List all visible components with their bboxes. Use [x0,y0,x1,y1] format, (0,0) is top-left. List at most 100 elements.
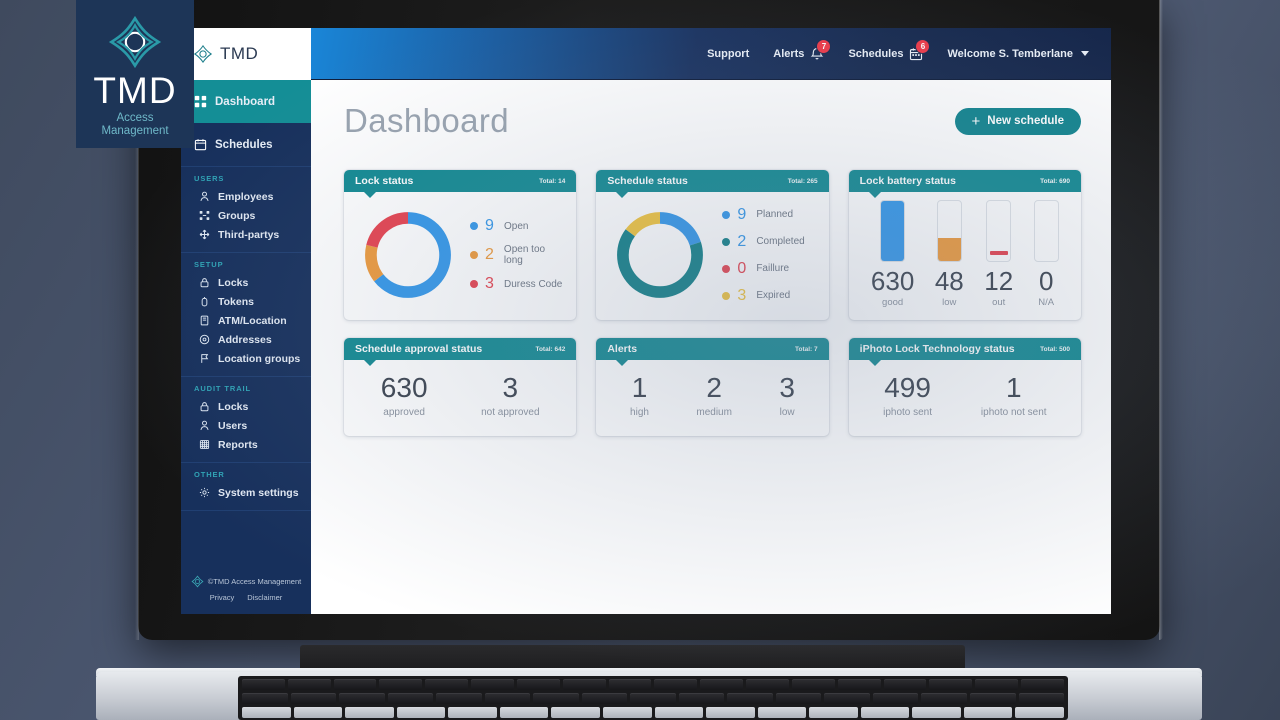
key [242,693,288,704]
key [339,693,385,704]
scene: TMD Dashboard Schedules USERS Employees … [0,0,1280,720]
stat-medium: 2 medium [696,372,732,419]
key [484,693,531,704]
battery-value: 0 [1038,266,1054,296]
stat-label: high [630,407,649,418]
battery-icon [880,200,906,262]
key [448,707,497,718]
legend-value: 0 [737,259,747,277]
battery-fill [937,238,961,261]
legend-dot [470,222,478,230]
stat-label: iphoto sent [883,407,933,418]
support-link[interactable]: Support [707,48,749,60]
key [602,707,652,718]
sidebar-item-third-partys[interactable]: Third-partys [181,225,311,244]
key [293,707,343,718]
privacy-link[interactable]: Privacy [210,593,235,602]
key [654,707,704,718]
stat-value: 630 [380,372,428,403]
key [499,707,549,718]
stat-value: 2 [706,372,722,403]
sidebar-item-schedules[interactable]: Schedules [181,123,311,166]
legend-dot [722,264,731,273]
watermark-subtitle-line2: Management [101,125,169,138]
key [630,693,676,704]
legend-dot [722,210,731,219]
user-icon [199,191,210,202]
disclaimer-link[interactable]: Disclaimer [247,593,282,602]
legend-value: 3 [485,275,494,292]
user-menu[interactable]: Welcome S. Temberlane [947,48,1089,60]
key [654,679,698,690]
battery-label: N/A [1038,297,1055,308]
sidebar-item-employees[interactable]: Employees [181,187,311,206]
sidebar-group-users: USERS Employees Groups Third-partys [181,166,311,252]
legend-item: 3 Duress Code [470,275,566,293]
new-schedule-button[interactable]: + New schedule [954,107,1081,135]
card-body: 1 high 2 medium 3 low [596,360,828,436]
card-header: iPhoto Lock Technology status Total: 500 [848,338,1081,366]
sidebar-item-tokens[interactable]: Tokens [181,292,311,311]
chevron-down-icon [1081,51,1089,56]
sidebar-item-dashboard[interactable]: Dashboard [181,80,311,123]
calendar-icon: 6 [909,38,931,61]
card-total: Total: 642 [535,345,566,353]
sidebar-item-system-settings[interactable]: System settings [181,483,311,502]
card-alerts: Alerts Total: 7 1 high 2 medium 3 low [596,338,829,436]
legend-label: Faillure [756,263,790,274]
atm-icon [199,315,210,326]
card-title: Schedule approval status [355,343,483,355]
battery-label: low [942,297,957,308]
key [581,693,628,704]
sidebar-item-addresses[interactable]: Addresses [181,330,311,349]
copyright-text: ©TMD Access Management [207,577,302,586]
alerts-menu[interactable]: Alerts 7 [773,38,832,61]
key [921,693,967,704]
sidebar-item-location-groups[interactable]: Location groups [181,349,311,368]
card-total: Total: 14 [539,177,566,185]
card-schedule-status: Schedule status Total: 265 9 Planned 2 C… [596,170,829,320]
battery-value: 48 [934,266,964,296]
key [727,693,773,704]
page-header: Dashboard + New schedule [344,102,1081,140]
schedules-menu[interactable]: Schedules 6 [848,38,931,61]
key [975,679,1019,690]
legend-item: 2 Completed [722,233,818,251]
sidebar-item-locks-audit[interactable]: Locks [181,397,311,416]
legend-label: Open too long [503,244,546,266]
battery-stat-low: 48 low [935,200,964,308]
sidebar-item-label: ATM/Location [218,314,287,327]
legend-item: 9 Open [470,217,566,235]
card-header: Lock status Total: 14 [344,170,577,198]
stat-high: 1 high [630,374,649,419]
stat-iphoto-sent: 499 iphoto sent [883,374,933,419]
card-title: Alerts [607,343,638,355]
key [562,679,606,690]
sidebar-item-label: Reports [218,438,258,451]
sidebar-item-locks-setup[interactable]: Locks [181,273,311,292]
legend-dot [722,291,731,300]
sidebar-footer: ©TMD Access Management Privacy Disclaime… [181,575,311,614]
key [533,693,579,704]
sidebar-brand[interactable]: TMD [181,28,311,80]
key [396,707,446,718]
card-title: Lock status [355,175,414,187]
sidebar-item-label: Groups [218,209,256,222]
key [775,693,822,704]
key [608,679,652,690]
battery-stat-na: 0 N/A [1033,200,1059,308]
card-header: Lock battery status Total: 690 [848,170,1081,198]
key [872,693,919,704]
battery-label: good [882,297,904,308]
card-body: 630 approved 3 not approved [344,360,576,436]
battery-stat-out: 12 out [984,200,1013,308]
sidebar-item-groups[interactable]: Groups [181,206,311,225]
key [678,693,725,704]
sidebar-item-reports[interactable]: Reports [181,435,311,454]
sidebar-item-atm-location[interactable]: ATM/Location [181,311,311,330]
key [809,707,858,718]
sidebar-item-users-audit[interactable]: Users [181,416,311,435]
sidebar-item-label: Locks [218,276,249,289]
key [791,679,835,690]
card-total: Total: 7 [795,345,818,353]
